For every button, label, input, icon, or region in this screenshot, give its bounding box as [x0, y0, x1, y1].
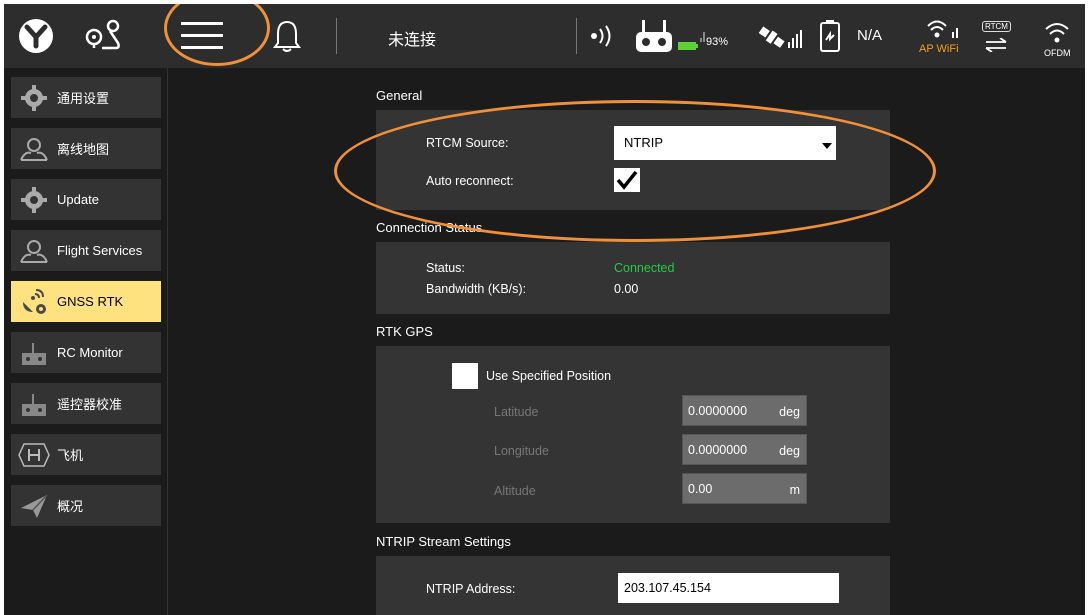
app-logo-icon[interactable] — [18, 18, 54, 54]
helipad-icon — [11, 434, 57, 475]
latitude-label: Latitude — [494, 405, 539, 419]
sidebar-item-general-settings[interactable]: 通用设置 — [11, 77, 161, 118]
gps-status-text: N/A — [857, 27, 883, 44]
bandwidth-label: Bandwidth (KB/s): — [426, 282, 527, 296]
gear-icon — [11, 77, 57, 118]
latitude-unit: deg — [779, 405, 800, 419]
ofdm-label: OFDM — [1044, 48, 1071, 58]
sidebar-item-label: 离线地图 — [57, 142, 110, 157]
chevron-down-icon — [822, 138, 832, 153]
connection-status-text: 未连接 — [388, 32, 437, 49]
ntrip-panel: NTRIP Address: 203.107.45.154 — [376, 556, 890, 615]
use-specified-position-label: Use Specified Position — [486, 369, 612, 383]
toolbar-divider — [576, 18, 577, 54]
map-pin-icon — [11, 230, 57, 271]
bandwidth-value: 0.00 — [614, 282, 639, 296]
remote-controller-icon — [11, 332, 57, 373]
satellite-signal-icon — [756, 20, 804, 52]
longitude-unit: deg — [779, 444, 800, 458]
paper-plane-icon — [11, 485, 57, 526]
aircraft-battery-icon — [816, 18, 844, 54]
section-title-general: General — [376, 88, 423, 103]
connection-status-panel: Status: Connected Bandwidth (KB/s): 0.00 — [376, 242, 890, 314]
rtcm-source-label: RTCM Source: — [426, 136, 509, 150]
use-specified-position-checkbox[interactable] — [452, 363, 478, 389]
general-panel: RTCM Source: NTRIP Auto reconnect: — [376, 110, 890, 210]
ntrip-address-value: 203.107.45.154 — [624, 581, 711, 595]
sidebar-item-label: 飞机 — [57, 448, 84, 463]
sidebar-item-gnss-rtk[interactable]: GNSS RTK — [11, 281, 161, 322]
gear-icon — [11, 179, 57, 220]
sidebar-item-label: Update — [57, 192, 99, 207]
hamburger-menu-icon[interactable] — [172, 16, 232, 56]
top-toolbar: 未连接 93% N/A AP WiFi RTCM OFDM — [4, 4, 1085, 68]
sidebar-item-rc-calibration[interactable]: 遥控器校准 — [11, 383, 161, 424]
sidebar-item-label: 通用设置 — [57, 91, 110, 106]
rtcm-badge: RTCM — [982, 21, 1011, 32]
status-value: Connected — [614, 261, 675, 275]
auto-reconnect-label: Auto reconnect: — [426, 174, 514, 188]
longitude-value: 0.0000000 — [688, 443, 748, 457]
battery-percent-text: 93% — [706, 36, 729, 48]
transfer-arrows-icon — [982, 38, 1010, 52]
settings-sidebar: 通用设置 离线地图 Update Flight Services GNSS RT… — [4, 68, 168, 615]
map-pin-icon — [11, 128, 57, 169]
section-title-rtk-gps: RTK GPS — [376, 324, 433, 339]
app-window: 未连接 93% N/A AP WiFi RTCM OFDM 通用设置 离线地图 … — [4, 4, 1085, 615]
sidebar-item-rc-monitor[interactable]: RC Monitor — [11, 332, 161, 373]
battery-signal-icon — [678, 22, 706, 52]
toolbar-divider — [336, 18, 337, 54]
auto-reconnect-checkbox[interactable] — [614, 168, 640, 192]
rtk-gps-panel: Use Specified Position Latitude 0.000000… — [376, 346, 890, 523]
ntrip-address-label: NTRIP Address: — [426, 582, 516, 596]
latitude-field[interactable]: 0.0000000 deg — [682, 395, 807, 426]
sidebar-item-label: RC Monitor — [57, 345, 123, 360]
satellite-gear-icon — [11, 281, 57, 322]
section-title-connection-status: Connection Status — [376, 220, 483, 235]
section-title-ntrip: NTRIP Stream Settings — [376, 534, 511, 549]
altitude-field[interactable]: 0.00 m — [682, 473, 807, 504]
sidebar-item-flight-services[interactable]: Flight Services — [11, 230, 161, 271]
sidebar-item-label: Flight Services — [57, 243, 143, 258]
wifi-icon — [924, 18, 964, 42]
remote-controller-icon — [11, 383, 57, 424]
sidebar-item-summary[interactable]: 概况 — [11, 485, 161, 526]
altitude-unit: m — [789, 483, 800, 497]
settings-content: General RTCM Source: NTRIP Auto reconnec… — [169, 68, 1085, 615]
altitude-value: 0.00 — [688, 482, 713, 496]
altitude-label: Altitude — [494, 484, 536, 498]
longitude-field[interactable]: 0.0000000 deg — [682, 434, 807, 465]
sidebar-item-update[interactable]: Update — [11, 179, 161, 220]
signal-broadcast-icon — [588, 24, 618, 48]
ntrip-address-input[interactable]: 203.107.45.154 — [618, 573, 839, 603]
status-label: Status: — [426, 261, 465, 275]
sidebar-item-vehicle[interactable]: 飞机 — [11, 434, 161, 475]
sidebar-item-offline-maps[interactable]: 离线地图 — [11, 128, 161, 169]
longitude-label: Longitude — [494, 444, 549, 458]
sidebar-item-label: GNSS RTK — [57, 294, 124, 309]
bell-notification-icon[interactable] — [272, 16, 302, 56]
ap-wifi-label: AP WiFi — [919, 43, 959, 55]
latitude-value: 0.0000000 — [688, 404, 748, 418]
sidebar-item-label: 遥控器校准 — [57, 397, 123, 412]
rtcm-source-value: NTRIP — [624, 135, 663, 150]
sidebar-item-label: 概况 — [57, 499, 84, 514]
remote-controller-icon — [634, 18, 674, 54]
route-plan-icon[interactable] — [82, 17, 124, 55]
rtcm-source-select[interactable]: NTRIP — [614, 126, 836, 160]
ofdm-wifi-icon — [1042, 20, 1072, 46]
checkmark-icon — [616, 170, 638, 190]
